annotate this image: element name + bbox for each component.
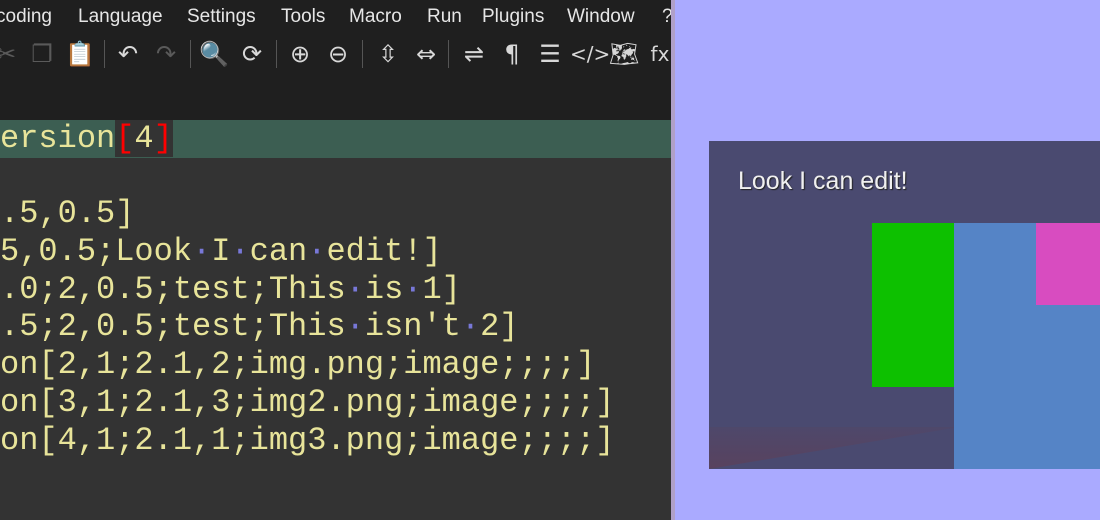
menu-help[interactable]: ? [662, 6, 671, 28]
green-rectangle [872, 223, 954, 387]
toolbar-separator [190, 40, 191, 68]
function-list-icon[interactable]: fx [644, 38, 671, 70]
pane-divider[interactable] [671, 0, 675, 520]
code-text: 4 [134, 120, 154, 157]
code-text: ersion [0, 120, 116, 157]
preview-panel: Look I can edit! [709, 141, 1100, 469]
menu-tools[interactable]: Tools [281, 6, 325, 28]
toolbar-separator [104, 40, 105, 68]
code-area[interactable]: ersion[4] .5,0.5] 5,0.5;Look I can edit!]… [0, 120, 671, 459]
find-icon[interactable]: 🔍 [198, 38, 230, 70]
code-line[interactable]: on[3,1;2.1,3;img2.png;image;;;;] [0, 384, 671, 422]
cut-icon[interactable]: ✂ [0, 38, 22, 70]
menu-coding[interactable]: coding [0, 6, 52, 28]
menu-bar: coding Language Settings Tools Macro Run Plugi… [0, 0, 671, 36]
menu-language[interactable]: Language [78, 6, 163, 28]
sync-vertical-icon[interactable]: ⇳ [372, 38, 404, 70]
zoom-out-icon[interactable]: ⊖ [322, 38, 354, 70]
whitespace-dot: · [345, 308, 365, 346]
code-line[interactable] [0, 158, 671, 196]
menu-plugins[interactable]: Plugins [482, 6, 544, 28]
code-line[interactable]: .5,0.5] [0, 195, 671, 233]
zoom-in-icon[interactable]: ⊕ [284, 38, 316, 70]
whitespace-dot: · [192, 233, 212, 271]
copy-icon[interactable]: ❐ [26, 38, 58, 70]
xml-tag-icon[interactable]: </> [570, 38, 610, 70]
whitespace-dot: · [307, 233, 327, 271]
preview-label: Look I can edit! [738, 167, 908, 195]
code-text: 5,0.5;Look I can edit!] [0, 233, 442, 271]
brace-match-close: ] [153, 120, 173, 157]
menu-macro[interactable]: Macro [349, 6, 402, 28]
code-text: .0;2,0.5;test;This is 1] [0, 270, 461, 308]
menu-window[interactable]: Window [567, 6, 635, 28]
toolbar-separator [448, 40, 449, 68]
indent-guide-icon[interactable]: ☰ [534, 38, 566, 70]
toolbar: ✂ ❐ 📋 ↶ ↷ 🔍 ⟳ ⊕ ⊖ ⇳ ⇔ ⇌ ¶ ☰ </> 🗺 fx [0, 36, 671, 120]
whitespace-dot: · [230, 233, 250, 271]
word-wrap-icon[interactable]: ⇌ [458, 38, 490, 70]
code-text: .5;2,0.5;test;This isn't 2] [0, 308, 519, 346]
menu-run[interactable]: Run [427, 6, 462, 28]
whitespace-dot: · [403, 270, 423, 308]
code-text: on[3,1;2.1,3;img2.png;image;;;;] [0, 383, 615, 421]
whitespace-dot: · [460, 308, 481, 346]
code-line[interactable]: .0;2,0.5;test;This is 1] · · [0, 271, 671, 309]
paste-icon[interactable]: 📋 [64, 38, 96, 70]
document-map-icon[interactable]: 🗺 [608, 38, 640, 70]
whitespace-dot: · [345, 270, 365, 308]
redo-icon[interactable]: ↷ [150, 38, 182, 70]
pink-rectangle [1036, 223, 1100, 305]
code-line[interactable]: .5;2,0.5;test;This isn't 2] · · [0, 308, 671, 346]
code-text: on[2,1;2.1,2;img.png;image;;;;] [0, 346, 596, 384]
text-editor: coding Language Settings Tools Macro Run Plugi… [0, 0, 671, 520]
brace-match-open: [ [115, 120, 135, 157]
code-line[interactable]: on[4,1;2.1,1;img3.png;image;;;;] [0, 422, 671, 460]
toolbar-separator [362, 40, 363, 68]
sync-horizontal-icon[interactable]: ⇔ [410, 38, 442, 70]
current-line[interactable]: ersion[4] [0, 120, 671, 158]
code-text: .5,0.5] [0, 195, 135, 233]
menu-settings[interactable]: Settings [187, 6, 256, 28]
code-text: on[4,1;2.1,1;img3.png;image;;;;] [0, 421, 615, 459]
code-line[interactable]: on[2,1;2.1,2;img.png;image;;;;] [0, 346, 671, 384]
show-all-characters-icon[interactable]: ¶ [496, 38, 528, 70]
toolbar-separator [276, 40, 277, 68]
code-line[interactable]: 5,0.5;Look I can edit!] · · · [0, 233, 671, 271]
shadow-decoration [709, 427, 959, 469]
undo-icon[interactable]: ↶ [112, 38, 144, 70]
replace-icon[interactable]: ⟳ [236, 38, 268, 70]
